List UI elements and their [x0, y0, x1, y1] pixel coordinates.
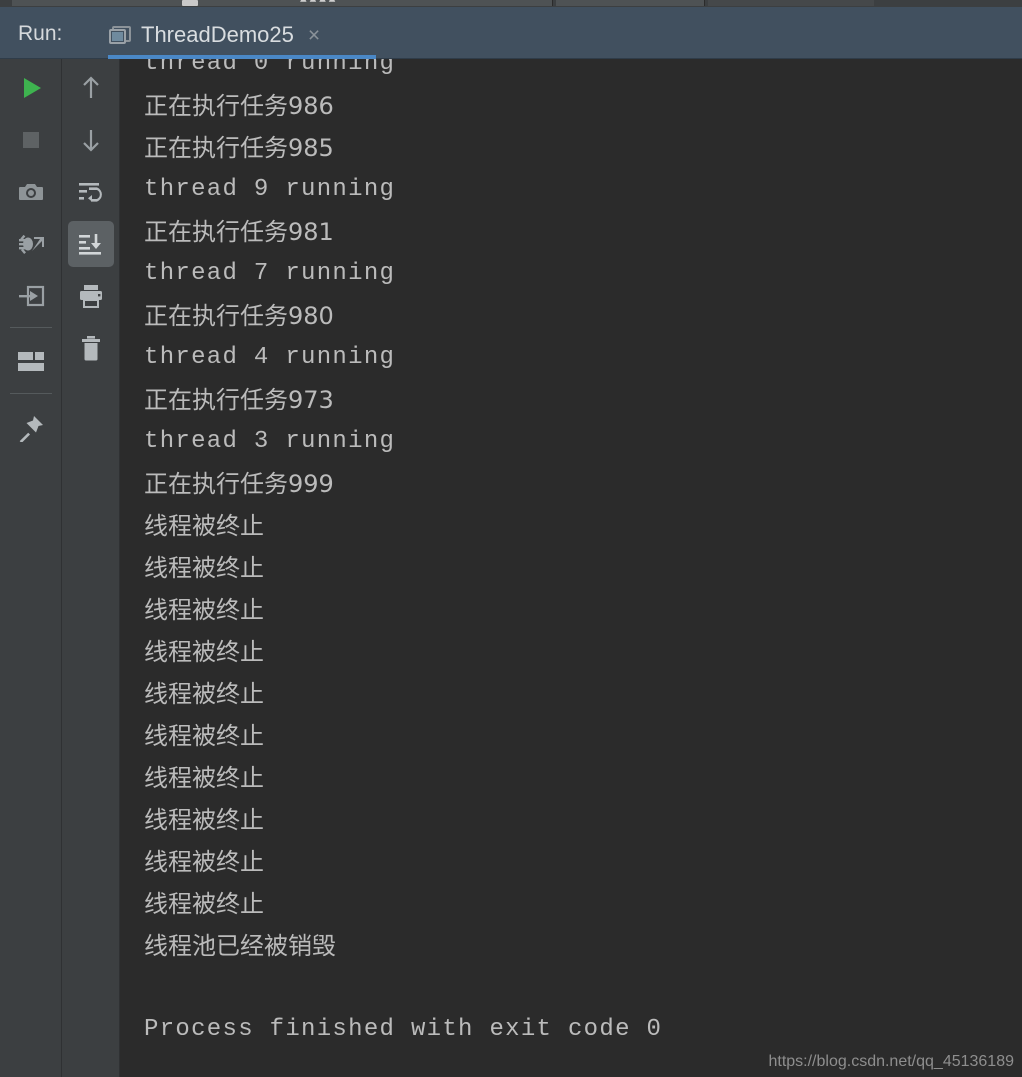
play-icon: [24, 78, 41, 98]
pin-icon: [19, 416, 43, 442]
console-line: thread 9 running: [144, 176, 396, 203]
console-line: 正在执行任务980: [144, 302, 334, 330]
layout-icon: [18, 352, 44, 371]
analyze-button[interactable]: [8, 221, 54, 267]
scroll-to-end-button[interactable]: [68, 221, 114, 267]
console-line: thread 3 running: [144, 428, 396, 455]
file-icon: [182, 0, 198, 6]
scroll-end-icon: [79, 234, 101, 255]
scroll-up-button[interactable]: [68, 65, 114, 111]
console-line: thread 0 running: [144, 59, 396, 77]
console-line: 正在执行任务981: [144, 218, 334, 246]
run-toolbar-primary: [0, 59, 62, 1077]
watermark-text: https://blog.csdn.net/qq_45136189: [768, 1053, 1014, 1070]
console-line: 线程池已经被销毁: [144, 932, 336, 960]
close-icon[interactable]: ×: [308, 25, 320, 46]
arrow-up-icon: [83, 76, 99, 98]
layout-button[interactable]: [8, 339, 54, 385]
editor-tab-strip-1[interactable]: [12, 0, 553, 6]
toolbar-separator: [10, 327, 52, 328]
console-line: 线程被终止: [144, 722, 264, 750]
pin-button[interactable]: [8, 405, 54, 451]
trash-icon: [82, 336, 100, 361]
stop-button[interactable]: [8, 117, 54, 163]
tab-threaddemo25[interactable]: ThreadDemo25 ×: [85, 11, 376, 59]
editor-sliver-glyphs: ▲▲▲▲: [300, 0, 339, 6]
print-button[interactable]: [68, 273, 114, 319]
soft-wrap-icon: [79, 183, 102, 202]
console-line: 线程被终止: [144, 512, 264, 540]
console-line: 线程被终止: [144, 680, 264, 708]
console-line: 正在执行任务973: [144, 386, 334, 414]
clear-all-button[interactable]: [68, 325, 114, 371]
run-label: Run:: [18, 22, 63, 45]
console-line: 正在执行任务985: [144, 134, 334, 162]
console-line: 线程被终止: [144, 554, 264, 582]
editor-tab-strip-2[interactable]: [556, 0, 705, 6]
console-output-panel[interactable]: thread 0 running 正在执行任务986 正在执行任务985 thread…: [121, 59, 1022, 1077]
console-line: 线程被终止: [144, 596, 264, 624]
console-line: Process finished with exit code 0: [144, 1016, 663, 1043]
console-line: thread 7 running: [144, 260, 396, 287]
rerun-button[interactable]: [8, 65, 54, 111]
soft-wrap-button[interactable]: [68, 169, 114, 215]
editor-tab-strip-3[interactable]: [708, 0, 874, 6]
console-line: 线程被终止: [144, 890, 264, 918]
stop-icon: [23, 132, 39, 148]
run-toolbar-secondary: [62, 59, 120, 1077]
console-line: 线程被终止: [144, 764, 264, 792]
console-line: 正在执行任务999: [144, 470, 334, 498]
export-icon: [19, 285, 45, 307]
run-toolwindow-header: Run: ThreadDemo25 ×: [0, 7, 1022, 59]
bug-arrow-icon: [19, 234, 44, 254]
tab-title: ThreadDemo25: [141, 22, 294, 47]
console-line: 正在执行任务986: [144, 92, 334, 120]
run-configuration-icon: [109, 25, 131, 45]
scroll-down-button[interactable]: [68, 117, 114, 163]
printer-icon: [80, 285, 102, 308]
console-line: 线程被终止: [144, 638, 264, 666]
console-line: thread 4 running: [144, 344, 396, 371]
toolbar-separator: [10, 393, 52, 394]
snapshot-button[interactable]: [8, 169, 54, 215]
editor-tabs-sliver: ▲▲▲▲: [0, 0, 1022, 7]
console-line: 线程被终止: [144, 806, 264, 834]
arrow-down-icon: [83, 130, 99, 152]
export-button[interactable]: [8, 273, 54, 319]
console-lines: thread 0 running 正在执行任务986 正在执行任务985 thread…: [144, 59, 662, 1051]
console-line: 线程被终止: [144, 848, 264, 876]
camera-icon: [19, 184, 43, 200]
